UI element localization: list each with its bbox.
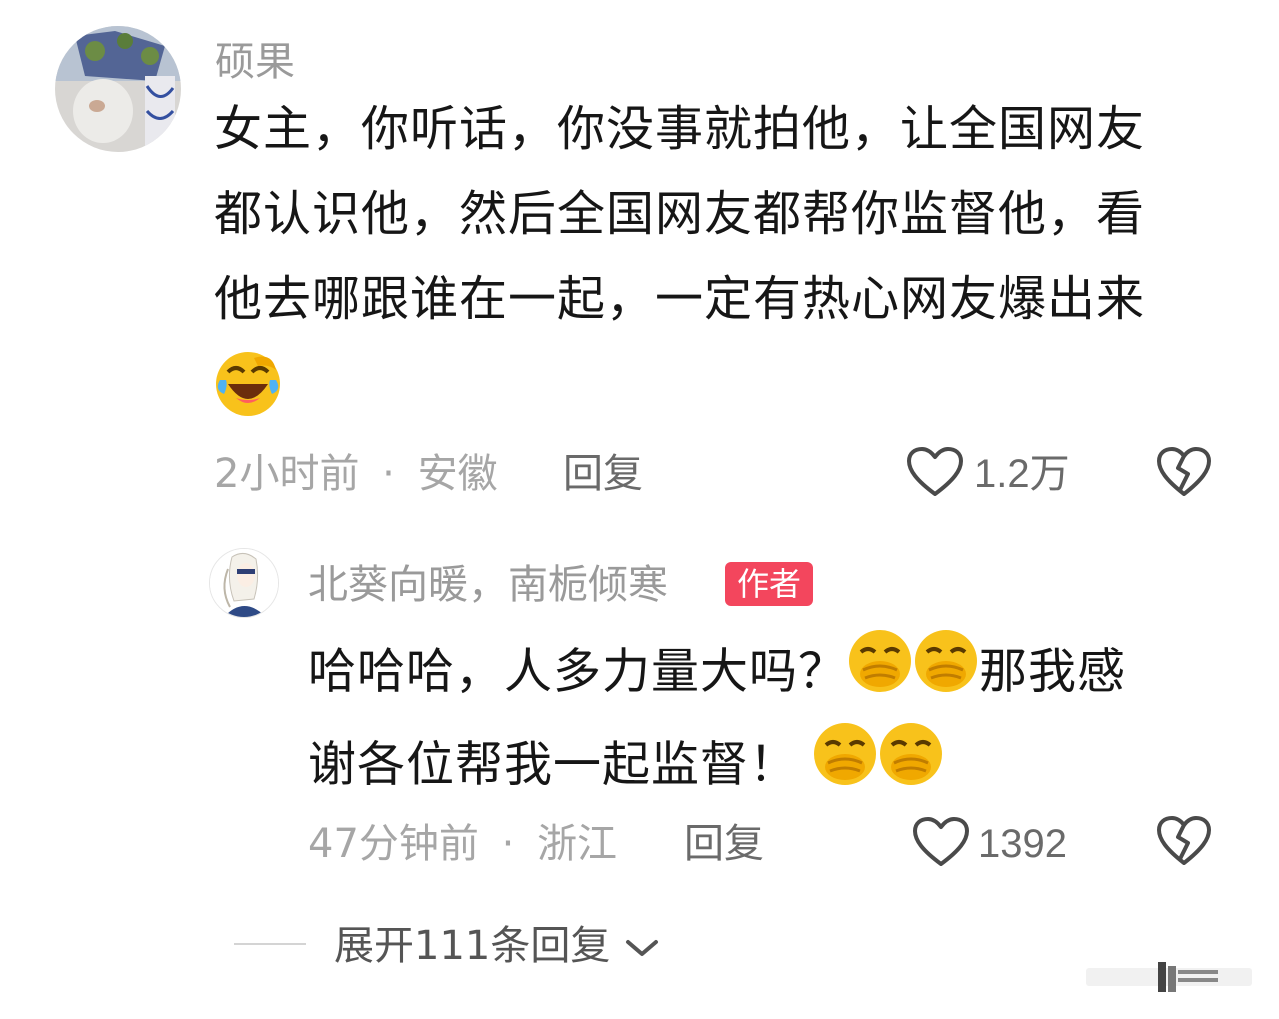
hand-over-mouth-emoji bbox=[812, 721, 878, 814]
author-badge: 作者 bbox=[725, 562, 814, 606]
expand-replies-button[interactable]: 展开111条回复 bbox=[334, 922, 674, 972]
reply-reply-button[interactable]: 回复 bbox=[684, 824, 764, 864]
reply-avatar[interactable] bbox=[209, 548, 279, 618]
comment-meta: 2小时前 · 安徽 bbox=[214, 454, 498, 494]
comment-line: 他去哪跟谁在一起，一定有热心网友爆出来 bbox=[214, 271, 1146, 327]
comment-text: 女主，你听话，你没事就拍他，让全国网友 都认识他，然后全国网友都帮你监督他，看 … bbox=[214, 87, 1214, 342]
avatar-image bbox=[210, 549, 278, 617]
comment-like-count: 1.2万 bbox=[974, 452, 1070, 496]
commenter-username[interactable]: 硕果 bbox=[215, 42, 295, 82]
meta-separator: · bbox=[501, 821, 515, 867]
reply-line-1-text: 哈哈哈，人多力量大吗？ bbox=[308, 643, 848, 700]
avatar-image bbox=[55, 26, 181, 152]
comment-line: 女主，你听话，你没事就拍他，让全国网友 bbox=[214, 101, 1146, 157]
reply-meta: 47分钟前 · 浙江 bbox=[308, 824, 617, 864]
chevron-down-icon bbox=[626, 940, 658, 956]
hand-over-mouth-emoji bbox=[878, 721, 944, 814]
expand-divider bbox=[234, 943, 306, 945]
comment-time: 2小时前 bbox=[214, 451, 360, 497]
heart-icon bbox=[913, 817, 969, 866]
laughing-crying-emoji bbox=[214, 350, 282, 418]
reply-time: 47分钟前 bbox=[308, 821, 479, 867]
reply-text: 哈哈哈，人多力量大吗？ 那我感 谢各位帮我一起监督！ bbox=[308, 628, 1228, 814]
watermark-icon bbox=[1086, 960, 1252, 994]
commenter-avatar[interactable] bbox=[55, 26, 181, 152]
comment-location: 安徽 bbox=[417, 451, 498, 497]
comment-like-button[interactable]: 1.2万 bbox=[906, 444, 1086, 500]
hand-over-mouth-emoji bbox=[913, 628, 979, 721]
broken-heart-icon bbox=[1157, 447, 1211, 496]
reply-line-2-text: 谢各位帮我一起监督！ bbox=[308, 736, 799, 793]
meta-separator: · bbox=[382, 451, 395, 497]
reply-line-1-tail: 那我感 bbox=[979, 643, 1127, 700]
comment-line: 都认识他，然后全国网友都帮你监督他，看 bbox=[214, 186, 1146, 242]
broken-heart-icon bbox=[1157, 816, 1211, 865]
reply-like-button[interactable]: 1392 bbox=[912, 814, 1092, 870]
reply-dislike-button[interactable] bbox=[1156, 815, 1212, 867]
reply-line-1: 哈哈哈，人多力量大吗？ 那我感 bbox=[308, 628, 1228, 721]
comment-reply-button[interactable]: 回复 bbox=[563, 454, 643, 494]
reply-location: 浙江 bbox=[537, 821, 618, 867]
hand-over-mouth-emoji bbox=[847, 628, 913, 721]
heart-icon bbox=[907, 447, 963, 496]
expand-replies-label: 展开111条回复 bbox=[334, 923, 611, 969]
reply-line-2: 谢各位帮我一起监督！ bbox=[308, 721, 1228, 814]
comment-dislike-button[interactable] bbox=[1156, 446, 1212, 498]
reply-like-count: 1392 bbox=[978, 822, 1067, 866]
reply-username[interactable]: 北葵向暖，南栀倾寒 bbox=[308, 565, 668, 605]
